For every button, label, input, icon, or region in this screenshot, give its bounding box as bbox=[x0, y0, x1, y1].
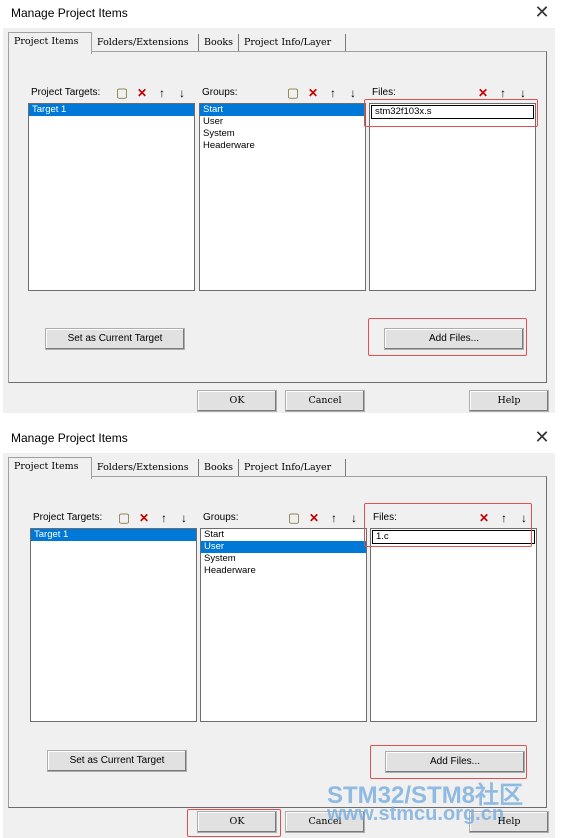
list-item[interactable]: Headerware bbox=[201, 565, 366, 577]
delete-target-icon[interactable]: ✕ bbox=[136, 510, 152, 526]
move-up-icon[interactable]: ↑ bbox=[496, 510, 512, 526]
ok-button[interactable]: OK bbox=[197, 811, 277, 833]
set-as-current-target-button[interactable]: Set as Current Target bbox=[45, 328, 185, 350]
help-button[interactable]: Help bbox=[469, 390, 549, 412]
groups-panel: Groups: ▢ ✕ ↑ ↓ Start User System Header… bbox=[200, 508, 367, 722]
groups-list[interactable]: Start User System Headerware bbox=[199, 103, 366, 291]
tab-project-info-layer[interactable]: Project Info/Layer bbox=[239, 34, 346, 52]
list-item[interactable]: Target 1 bbox=[29, 104, 194, 116]
files-panel: Files: ✕ ↑ ↓ 1.c bbox=[370, 508, 537, 722]
delete-target-icon[interactable]: ✕ bbox=[134, 85, 150, 101]
list-item[interactable]: 1.c bbox=[372, 530, 535, 544]
move-up-icon[interactable]: ↑ bbox=[326, 510, 342, 526]
close-icon[interactable]: ✕ bbox=[533, 427, 551, 448]
tab-project-items[interactable]: Project Items bbox=[8, 32, 92, 54]
list-item[interactable]: stm32f103x.s bbox=[371, 105, 534, 119]
watermark-url: www.stmcu.org.cn bbox=[327, 803, 505, 825]
files-list[interactable]: stm32f103x.s bbox=[369, 103, 536, 291]
manage-project-items-dialog-1: Manage Project Items ✕ Project Items Fol… bbox=[0, 0, 561, 413]
move-down-icon[interactable]: ↓ bbox=[174, 85, 190, 101]
project-targets-label: Project Targets: bbox=[31, 87, 101, 98]
tab-project-items[interactable]: Project Items bbox=[8, 457, 92, 479]
delete-group-icon[interactable]: ✕ bbox=[306, 510, 322, 526]
tab-books[interactable]: Books bbox=[199, 459, 239, 477]
move-down-icon[interactable]: ↓ bbox=[346, 510, 362, 526]
files-label: Files: bbox=[372, 87, 396, 98]
project-targets-panel: Project Targets: ▢ ✕ ↑ ↓ Target 1 bbox=[30, 508, 197, 722]
cancel-button[interactable]: Cancel bbox=[285, 390, 365, 412]
list-item[interactable]: User bbox=[200, 116, 365, 128]
tab-project-info-layer[interactable]: Project Info/Layer bbox=[239, 459, 346, 477]
files-list[interactable]: 1.c bbox=[370, 528, 537, 722]
list-item[interactable]: Start bbox=[201, 529, 366, 541]
list-item[interactable]: Start bbox=[200, 104, 365, 116]
title-bar: Manage Project Items ✕ bbox=[0, 425, 561, 453]
project-targets-label: Project Targets: bbox=[33, 512, 103, 523]
tab-folders-extensions[interactable]: Folders/Extensions bbox=[92, 34, 199, 52]
list-item[interactable]: System bbox=[200, 128, 365, 140]
add-files-button[interactable]: Add Files... bbox=[385, 751, 525, 773]
project-targets-panel: Project Targets: ▢ ✕ ↑ ↓ Target 1 bbox=[28, 83, 195, 291]
delete-file-icon[interactable]: ✕ bbox=[475, 85, 491, 101]
groups-list[interactable]: Start User System Headerware bbox=[200, 528, 367, 722]
list-item[interactable]: User bbox=[201, 541, 366, 553]
dialog-title: Manage Project Items bbox=[11, 431, 128, 445]
project-targets-list[interactable]: Target 1 bbox=[28, 103, 195, 291]
move-up-icon[interactable]: ↑ bbox=[156, 510, 172, 526]
title-bar: Manage Project Items ✕ bbox=[0, 0, 561, 28]
set-as-current-target-button[interactable]: Set as Current Target bbox=[47, 750, 187, 772]
move-down-icon[interactable]: ↓ bbox=[516, 510, 532, 526]
move-up-icon[interactable]: ↑ bbox=[495, 85, 511, 101]
project-items-panel: Project Targets: ▢ ✕ ↑ ↓ Target 1 Groups… bbox=[8, 51, 547, 383]
project-items-panel: Project Targets: ▢ ✕ ↑ ↓ Target 1 Groups… bbox=[8, 476, 547, 808]
groups-label: Groups: bbox=[203, 512, 239, 523]
dialog-client: Project Items Folders/Extensions Books P… bbox=[3, 28, 555, 413]
delete-group-icon[interactable]: ✕ bbox=[305, 85, 321, 101]
files-label: Files: bbox=[373, 512, 397, 523]
list-item[interactable]: System bbox=[201, 553, 366, 565]
new-target-icon[interactable]: ▢ bbox=[116, 510, 132, 526]
new-group-icon[interactable]: ▢ bbox=[286, 510, 302, 526]
tab-folders-extensions[interactable]: Folders/Extensions bbox=[92, 459, 199, 477]
project-targets-list[interactable]: Target 1 bbox=[30, 528, 197, 722]
close-icon[interactable]: ✕ bbox=[533, 2, 551, 23]
ok-button[interactable]: OK bbox=[197, 390, 277, 412]
groups-label: Groups: bbox=[202, 87, 238, 98]
new-group-icon[interactable]: ▢ bbox=[285, 85, 301, 101]
files-panel: Files: ✕ ↑ ↓ stm32f103x.s bbox=[369, 83, 536, 291]
tab-books[interactable]: Books bbox=[199, 34, 239, 52]
add-files-button[interactable]: Add Files... bbox=[384, 328, 524, 350]
move-down-icon[interactable]: ↓ bbox=[345, 85, 361, 101]
move-up-icon[interactable]: ↑ bbox=[154, 85, 170, 101]
list-item[interactable]: Target 1 bbox=[31, 529, 196, 541]
move-down-icon[interactable]: ↓ bbox=[515, 85, 531, 101]
move-down-icon[interactable]: ↓ bbox=[176, 510, 192, 526]
move-up-icon[interactable]: ↑ bbox=[325, 85, 341, 101]
dialog-title: Manage Project Items bbox=[11, 6, 128, 20]
list-item[interactable]: Headerware bbox=[200, 140, 365, 152]
delete-file-icon[interactable]: ✕ bbox=[476, 510, 492, 526]
groups-panel: Groups: ▢ ✕ ↑ ↓ Start User System Header… bbox=[199, 83, 366, 291]
new-target-icon[interactable]: ▢ bbox=[114, 85, 130, 101]
